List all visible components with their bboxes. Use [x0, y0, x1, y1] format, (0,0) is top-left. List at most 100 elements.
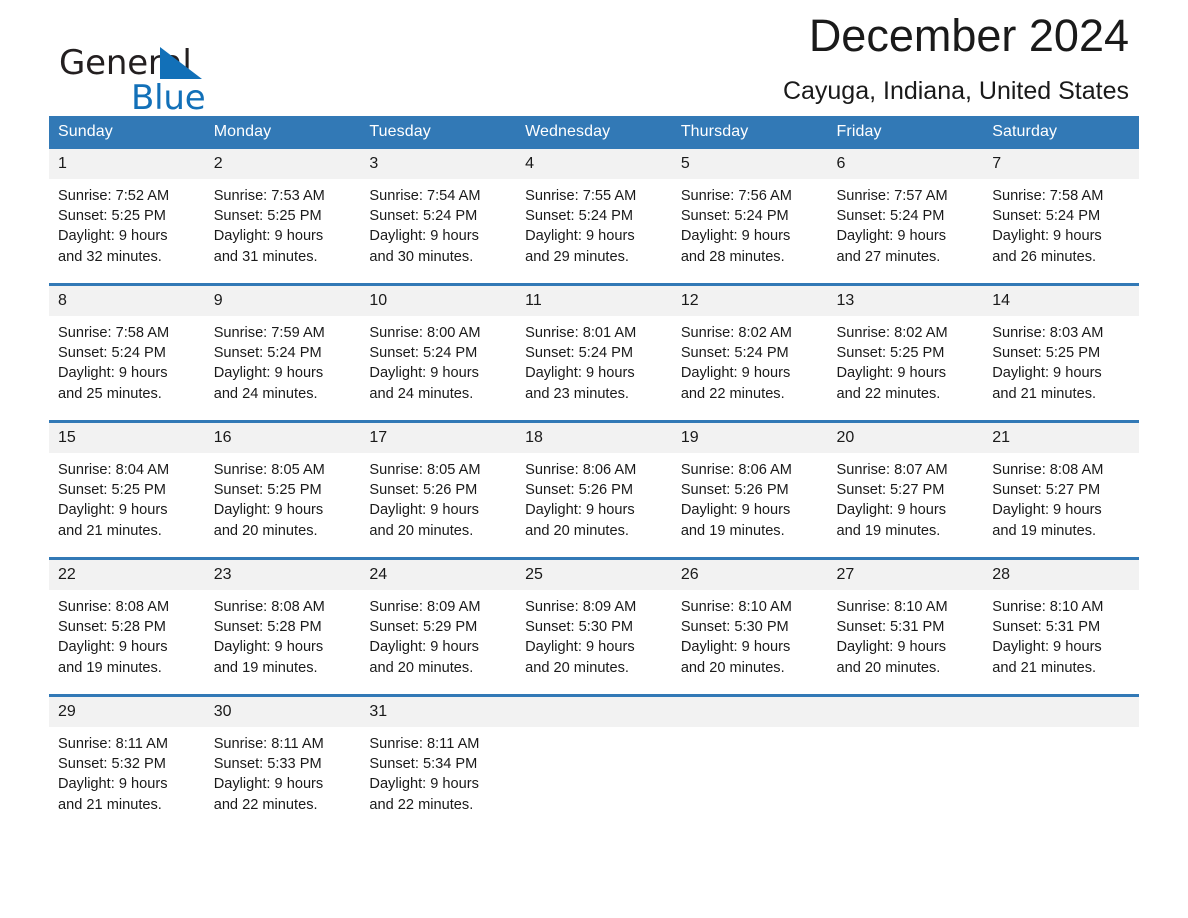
daylight-text-line2: and 25 minutes. — [58, 385, 162, 402]
sunset-text: Sunset: 5:31 PM — [992, 619, 1101, 636]
day-number: 9 — [204, 286, 361, 316]
daylight-text-line2: and 21 minutes. — [992, 659, 1097, 676]
day-cell[interactable]: 21 Sunrise: 8:08 AM Sunset: 5:27 PM Dayl… — [983, 420, 1139, 559]
daylight-text-line1: Daylight: 9 hours — [680, 639, 791, 656]
day-number: 11 — [516, 286, 672, 316]
day-number: 10 — [360, 286, 517, 316]
sunrise-text: Sunrise: 8:10 AM — [836, 599, 948, 615]
day-cell[interactable]: 25 Sunrise: 8:09 AM Sunset: 5:30 PM Dayl… — [516, 557, 672, 696]
day-cell[interactable]: 17 Sunrise: 8:05 AM Sunset: 5:26 PM Dayl… — [360, 420, 517, 559]
day-cell[interactable]: 6 Sunrise: 7:57 AM Sunset: 5:24 PM Dayli… — [827, 149, 984, 285]
sunset-text: Sunset: 5:24 PM — [369, 345, 478, 362]
day-details — [828, 727, 984, 734]
daylight-text-line2: and 20 minutes. — [525, 659, 629, 676]
day-cell[interactable]: 4 Sunrise: 7:55 AM Sunset: 5:24 PM Dayli… — [516, 149, 672, 285]
day-details — [516, 727, 672, 734]
sunrise-text: Sunrise: 8:01 AM — [525, 325, 637, 341]
daylight-text-line2: and 30 minutes. — [369, 248, 474, 265]
daylight-text-line2: and 20 minutes. — [836, 659, 941, 676]
day-cell[interactable]: 5 Sunrise: 7:56 AM Sunset: 5:24 PM Dayli… — [671, 149, 828, 285]
sunset-text: Sunset: 5:27 PM — [992, 482, 1101, 499]
day-cell[interactable]: 20 Sunrise: 8:07 AM Sunset: 5:27 PM Dayl… — [827, 420, 984, 559]
daylight-text-line1: Daylight: 9 hours — [213, 502, 324, 519]
day-cell[interactable]: 31 Sunrise: 8:11 AM Sunset: 5:34 PM Dayl… — [360, 694, 517, 831]
daylight-text-line1: Daylight: 9 hours — [213, 639, 324, 656]
sunset-text: Sunset: 5:26 PM — [369, 482, 478, 499]
daylight-text-line1: Daylight: 9 hours — [525, 228, 635, 245]
day-details: Sunrise: 7:53 AM Sunset: 5:25 PM Dayligh… — [205, 179, 361, 267]
day-cell[interactable]: 18 Sunrise: 8:06 AM Sunset: 5:26 PM Dayl… — [516, 420, 672, 559]
daylight-text-line2: and 21 minutes. — [992, 385, 1097, 402]
day-details: Sunrise: 8:10 AM Sunset: 5:31 PM Dayligh… — [828, 590, 984, 678]
day-cell[interactable]: 19 Sunrise: 8:06 AM Sunset: 5:26 PM Dayl… — [671, 420, 828, 559]
day-cell[interactable]: 28 Sunrise: 8:10 AM Sunset: 5:31 PM Dayl… — [983, 557, 1139, 696]
daylight-text-line1: Daylight: 9 hours — [369, 502, 479, 519]
daylight-text-line1: Daylight: 9 hours — [992, 502, 1102, 519]
day-cell[interactable]: 27 Sunrise: 8:10 AM Sunset: 5:31 PM Dayl… — [827, 557, 984, 696]
sunset-text: Sunset: 5:25 PM — [992, 345, 1101, 362]
sunrise-text: Sunrise: 8:10 AM — [992, 599, 1104, 615]
daylight-text-line1: Daylight: 9 hours — [213, 776, 324, 793]
day-details: Sunrise: 8:01 AM Sunset: 5:24 PM Dayligh… — [516, 316, 672, 404]
daylight-text-line2: and 19 minutes. — [992, 522, 1097, 539]
daylight-text-line2: and 20 minutes. — [369, 659, 474, 676]
page-subtitle: Cayuga, Indiana, United States — [782, 77, 1129, 105]
day-details: Sunrise: 8:06 AM Sunset: 5:26 PM Dayligh… — [672, 453, 828, 541]
day-cell[interactable]: 12 Sunrise: 8:02 AM Sunset: 5:24 PM Dayl… — [671, 283, 828, 422]
daylight-text-line1: Daylight: 9 hours — [525, 639, 635, 656]
day-number: 12 — [671, 286, 828, 316]
daylight-text-line2: and 26 minutes. — [992, 248, 1097, 265]
day-cell[interactable]: 13 Sunrise: 8:02 AM Sunset: 5:25 PM Dayl… — [827, 283, 984, 422]
daylight-text-line1: Daylight: 9 hours — [58, 639, 168, 656]
triangle-icon — [160, 47, 202, 79]
weekday-header-row: Sunday Monday Tuesday Wednesday Thursday… — [49, 116, 1139, 149]
daylight-text-line2: and 27 minutes. — [836, 248, 941, 265]
day-cell[interactable]: 23 Sunrise: 8:08 AM Sunset: 5:28 PM Dayl… — [204, 557, 361, 696]
day-cell[interactable]: 15 Sunrise: 8:04 AM Sunset: 5:25 PM Dayl… — [49, 420, 205, 559]
sunset-text: Sunset: 5:24 PM — [680, 208, 789, 225]
sunset-text: Sunset: 5:25 PM — [213, 482, 322, 499]
day-cell[interactable]: 1 Sunrise: 7:52 AM Sunset: 5:25 PM Dayli… — [49, 149, 205, 285]
day-cell[interactable]: 2 Sunrise: 7:53 AM Sunset: 5:25 PM Dayli… — [204, 149, 361, 285]
sunrise-text: Sunrise: 8:09 AM — [525, 599, 637, 615]
sunrise-text: Sunrise: 7:59 AM — [213, 325, 325, 341]
day-details: Sunrise: 7:52 AM Sunset: 5:25 PM Dayligh… — [49, 179, 205, 267]
day-cell[interactable]: 8 Sunrise: 7:58 AM Sunset: 5:24 PM Dayli… — [49, 283, 205, 422]
calendar-body: 1 Sunrise: 7:52 AM Sunset: 5:25 PM Dayli… — [49, 149, 1139, 831]
day-details: Sunrise: 8:04 AM Sunset: 5:25 PM Dayligh… — [49, 453, 205, 541]
day-cell[interactable]: 26 Sunrise: 8:10 AM Sunset: 5:30 PM Dayl… — [671, 557, 828, 696]
day-cell[interactable]: 16 Sunrise: 8:05 AM Sunset: 5:25 PM Dayl… — [204, 420, 361, 559]
day-cell[interactable]: 11 Sunrise: 8:01 AM Sunset: 5:24 PM Dayl… — [516, 283, 672, 422]
title-block: December 2024 Cayuga, Indiana, United St… — [783, 8, 1129, 106]
sunrise-text: Sunrise: 7:52 AM — [58, 188, 170, 204]
weekday-header-friday: Friday — [827, 116, 984, 149]
day-cell[interactable]: 30 Sunrise: 8:11 AM Sunset: 5:33 PM Dayl… — [204, 694, 361, 831]
day-number: 14 — [983, 286, 1139, 316]
sunrise-text: Sunrise: 8:08 AM — [992, 462, 1104, 478]
day-cell[interactable]: 9 Sunrise: 7:59 AM Sunset: 5:24 PM Dayli… — [204, 283, 361, 422]
day-cell[interactable]: 3 Sunrise: 7:54 AM Sunset: 5:24 PM Dayli… — [360, 149, 517, 285]
daylight-text-line2: and 22 minutes. — [213, 796, 318, 813]
day-details: Sunrise: 8:06 AM Sunset: 5:26 PM Dayligh… — [516, 453, 672, 541]
day-cell[interactable]: 7 Sunrise: 7:58 AM Sunset: 5:24 PM Dayli… — [983, 149, 1139, 285]
sunrise-text: Sunrise: 8:07 AM — [836, 462, 948, 478]
day-number: 19 — [671, 423, 828, 453]
day-cell[interactable]: 14 Sunrise: 8:03 AM Sunset: 5:25 PM Dayl… — [983, 283, 1139, 422]
daylight-text-line1: Daylight: 9 hours — [58, 365, 168, 382]
day-details: Sunrise: 8:08 AM Sunset: 5:28 PM Dayligh… — [205, 590, 361, 678]
day-details: Sunrise: 8:05 AM Sunset: 5:26 PM Dayligh… — [360, 453, 516, 541]
sunset-text: Sunset: 5:32 PM — [58, 756, 166, 773]
day-number: 22 — [49, 560, 205, 590]
day-cell[interactable]: 29 Sunrise: 8:11 AM Sunset: 5:32 PM Dayl… — [49, 694, 205, 831]
day-cell[interactable]: 24 Sunrise: 8:09 AM Sunset: 5:29 PM Dayl… — [360, 557, 517, 696]
day-cell[interactable]: 22 Sunrise: 8:08 AM Sunset: 5:28 PM Dayl… — [49, 557, 205, 696]
sunrise-text: Sunrise: 8:00 AM — [369, 325, 481, 341]
day-details: Sunrise: 7:56 AM Sunset: 5:24 PM Dayligh… — [672, 179, 828, 267]
day-cell[interactable]: 10 Sunrise: 8:00 AM Sunset: 5:24 PM Dayl… — [360, 283, 517, 422]
sunset-text: Sunset: 5:27 PM — [836, 482, 945, 499]
sunset-text: Sunset: 5:24 PM — [992, 208, 1101, 225]
sunrise-text: Sunrise: 8:06 AM — [680, 462, 792, 478]
sunset-text: Sunset: 5:30 PM — [680, 619, 789, 636]
sunrise-text: Sunrise: 7:58 AM — [58, 325, 170, 341]
day-details: Sunrise: 7:57 AM Sunset: 5:24 PM Dayligh… — [828, 179, 984, 267]
